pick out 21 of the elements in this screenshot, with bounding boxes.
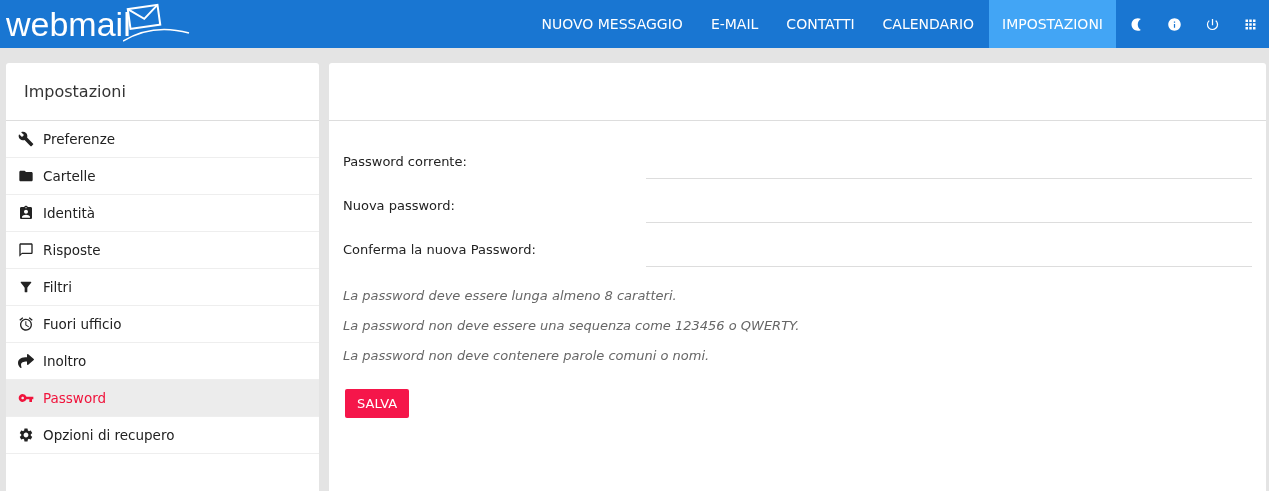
alarm-clock-icon xyxy=(18,316,34,332)
wrench-icon xyxy=(18,131,34,147)
hint-text: La password non deve essere una sequenza come 123456 o QWERTY. xyxy=(343,317,801,335)
hint-text: La password deve essere lunga almeno 8 caratteri. xyxy=(343,287,678,305)
logo: webmail xyxy=(6,7,131,41)
sidebar-item[interactable]: Password xyxy=(6,380,319,417)
folder-icon xyxy=(18,168,34,184)
nav-tab[interactable]: NUOVO MESSAGGIO xyxy=(528,0,696,48)
chat-bubble-icon xyxy=(18,242,34,258)
nav-tab[interactable]: E-MAIL xyxy=(697,0,772,48)
field-label: Password corrente: xyxy=(343,154,468,171)
settings-icon xyxy=(18,427,34,443)
funnel-icon xyxy=(18,279,34,295)
hint-text: La password non deve contenere parole comuni o nomi. xyxy=(343,347,711,365)
nav-tab[interactable]: CALENDARIO xyxy=(869,0,988,48)
field-label: Nuova password: xyxy=(343,198,456,215)
save-button[interactable]: SALVA xyxy=(345,389,410,418)
field-label: Conferma la nuova Password: xyxy=(343,242,537,259)
id-badge-icon xyxy=(18,205,34,221)
share-arrow-icon xyxy=(18,353,34,369)
nav-tab[interactable]: CONTATTI xyxy=(773,0,868,48)
